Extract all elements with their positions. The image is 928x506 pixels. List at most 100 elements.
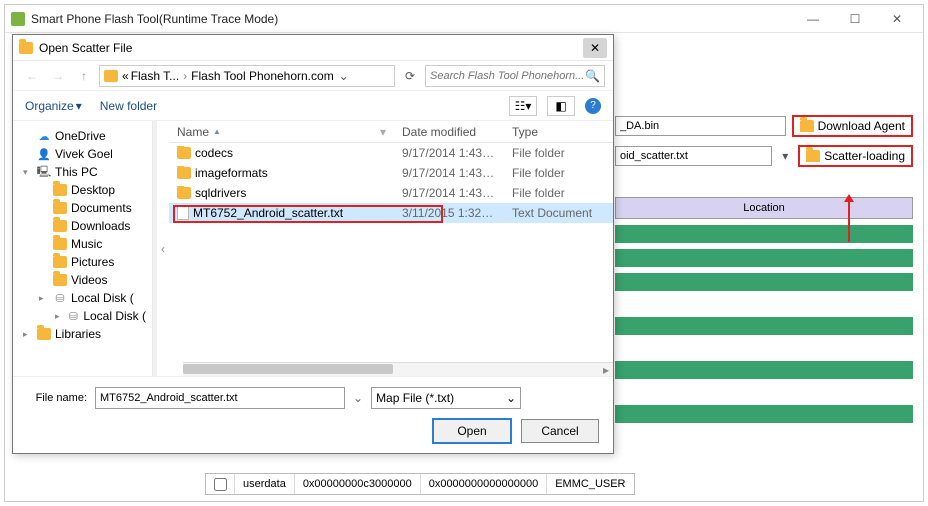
file-row[interactable]: codecs9/17/2014 1:43 PMFile folder bbox=[169, 143, 613, 163]
nav-forward-button[interactable]: → bbox=[47, 65, 69, 87]
tree-toggle[interactable]: ‹ bbox=[157, 121, 169, 376]
tree-item-local-disk-[interactable]: ▸⛁Local Disk ( bbox=[17, 307, 148, 325]
file-name: sqldrivers bbox=[195, 186, 246, 200]
tree-item-label: Local Disk ( bbox=[83, 309, 146, 323]
column-date[interactable]: Date modified bbox=[394, 125, 504, 139]
file-name-input[interactable] bbox=[95, 387, 345, 409]
tree-item-desktop[interactable]: Desktop bbox=[17, 181, 148, 199]
search-input[interactable] bbox=[430, 70, 585, 82]
dialog-nav-bar: ← → ↑ « Flash T... › Flash Tool Phonehor… bbox=[13, 61, 613, 91]
sort-asc-icon: ▲ bbox=[213, 127, 221, 136]
userdata-region: EMMC_USER bbox=[546, 474, 633, 494]
horizontal-scrollbar[interactable]: ▸ bbox=[183, 362, 613, 376]
tree-item-onedrive[interactable]: ☁OneDrive bbox=[17, 127, 148, 145]
app-icon bbox=[11, 12, 25, 26]
file-type-filter[interactable]: Map File (*.txt)⌄ bbox=[371, 387, 521, 409]
organize-menu[interactable]: Organize▾ bbox=[25, 99, 82, 113]
file-row[interactable]: sqldrivers9/17/2014 1:43 PMFile folder bbox=[169, 183, 613, 203]
open-button[interactable]: Open bbox=[433, 419, 511, 443]
folder-icon bbox=[177, 187, 191, 199]
breadcrumb[interactable]: « Flash T... › Flash Tool Phonehorn.com … bbox=[99, 65, 395, 87]
expand-icon: ▸ bbox=[55, 311, 63, 322]
breadcrumb-part[interactable]: Flash T... bbox=[131, 69, 179, 83]
scatter-file-field[interactable] bbox=[615, 146, 772, 166]
tree-item-this-pc[interactable]: ▾🖳This PC bbox=[17, 163, 148, 181]
chevron-down-icon[interactable]: ▾ bbox=[380, 125, 386, 139]
folder-icon bbox=[806, 150, 820, 162]
file-row[interactable]: imageformats 9/17/2014 1:43 PMFile folder bbox=[169, 163, 613, 183]
tree-item-documents[interactable]: Documents bbox=[17, 199, 148, 217]
file-list[interactable]: codecs9/17/2014 1:43 PMFile folderimagef… bbox=[169, 143, 613, 362]
dialog-close-button[interactable]: ✕ bbox=[583, 38, 607, 58]
column-type[interactable]: Type bbox=[504, 125, 613, 139]
partition-rows bbox=[615, 225, 913, 423]
userdata-addr1: 0x00000000c3000000 bbox=[294, 474, 420, 494]
chevron-down-icon[interactable]: ⌄ bbox=[353, 391, 363, 405]
tree-item-vivek-goel[interactable]: 👤Vivek Goel bbox=[17, 145, 148, 163]
breadcrumb-dropdown[interactable]: ⌄ bbox=[336, 69, 352, 83]
folder-icon bbox=[53, 184, 67, 196]
userdata-checkbox[interactable] bbox=[214, 478, 227, 491]
folder-icon bbox=[177, 147, 191, 159]
new-folder-button[interactable]: New folder bbox=[100, 99, 157, 113]
chevron-down-icon: ▾ bbox=[76, 99, 82, 113]
expand-icon: ▸ bbox=[39, 293, 49, 304]
scatter-loading-button[interactable]: Scatter-loading bbox=[798, 145, 913, 167]
search-icon: 🔍 bbox=[585, 69, 600, 83]
tree-item-music[interactable]: Music bbox=[17, 235, 148, 253]
tree-item-label: Music bbox=[71, 237, 102, 251]
folder-icon bbox=[19, 42, 33, 54]
userdata-name: userdata bbox=[234, 474, 294, 494]
folder-icon bbox=[104, 70, 118, 82]
view-mode-button[interactable]: ☷▾ bbox=[509, 96, 537, 116]
folder-icon bbox=[177, 167, 191, 179]
flash-tool-panel: Download Agent ▾ Scatter-loading Locatio… bbox=[615, 115, 913, 429]
help-button[interactable]: ? bbox=[585, 98, 601, 114]
partition-userdata-row[interactable]: userdata 0x00000000c3000000 0x0000000000… bbox=[205, 473, 635, 495]
preview-pane-button[interactable]: ◧ bbox=[547, 96, 575, 116]
breadcrumb-prefix: « bbox=[122, 69, 129, 83]
file-type: File folder bbox=[504, 146, 613, 160]
folder-icon bbox=[53, 256, 67, 268]
tree-item-local-disk-[interactable]: ▸⛁Local Disk ( bbox=[17, 289, 148, 307]
file-name: imageformats bbox=[195, 166, 268, 180]
search-box[interactable]: 🔍 bbox=[425, 65, 605, 87]
file-date: 3/11/2015 1:32 PM bbox=[394, 206, 504, 220]
nav-back-button[interactable]: ← bbox=[21, 65, 43, 87]
dropdown-icon[interactable]: ▾ bbox=[778, 149, 792, 163]
folder-icon bbox=[53, 238, 67, 250]
cloud-icon: ☁ bbox=[37, 129, 51, 143]
cancel-button[interactable]: Cancel bbox=[521, 419, 599, 443]
tree-item-label: Videos bbox=[71, 273, 107, 287]
tree-item-label: Documents bbox=[71, 201, 132, 215]
tree-item-pictures[interactable]: Pictures bbox=[17, 253, 148, 271]
file-name-label: File name: bbox=[27, 392, 87, 404]
dialog-toolbar: Organize▾ New folder ☷▾ ◧ ? bbox=[13, 91, 613, 121]
main-window-title: Smart Phone Flash Tool(Runtime Trace Mod… bbox=[31, 12, 793, 26]
column-name[interactable]: Name▲▾ bbox=[169, 125, 394, 139]
expand-icon: ▸ bbox=[23, 329, 33, 340]
open-scatter-dialog: Open Scatter File ✕ ← → ↑ « Flash T... ›… bbox=[12, 34, 614, 454]
tree-item-libraries[interactable]: ▸Libraries bbox=[17, 325, 148, 343]
download-agent-button[interactable]: Download Agent bbox=[792, 115, 913, 137]
nav-tree[interactable]: ☁OneDrive👤Vivek Goel▾🖳This PCDesktop Docu… bbox=[13, 121, 153, 376]
close-button[interactable]: ✕ bbox=[877, 7, 917, 31]
scroll-right-button[interactable]: ▸ bbox=[599, 363, 613, 377]
scrollbar-thumb[interactable] bbox=[183, 364, 393, 374]
location-column-header: Location bbox=[615, 197, 913, 219]
file-row[interactable]: MT6752_Android_scatter.txt3/11/2015 1:32… bbox=[169, 203, 613, 223]
download-agent-field[interactable] bbox=[615, 116, 786, 136]
minimize-button[interactable]: — bbox=[793, 7, 833, 31]
file-date: 9/17/2014 1:43 PM bbox=[394, 146, 504, 160]
chevron-down-icon: ⌄ bbox=[506, 391, 516, 405]
file-type: File folder bbox=[504, 166, 613, 180]
refresh-button[interactable]: ⟳ bbox=[399, 65, 421, 87]
maximize-button[interactable]: ☐ bbox=[835, 7, 875, 31]
tree-item-videos[interactable]: Videos bbox=[17, 271, 148, 289]
file-date: 9/17/2014 1:43 PM bbox=[394, 166, 504, 180]
breadcrumb-part[interactable]: Flash Tool Phonehorn.com bbox=[191, 69, 334, 83]
main-titlebar: Smart Phone Flash Tool(Runtime Trace Mod… bbox=[5, 5, 923, 33]
tree-item-downloads[interactable]: Downloads bbox=[17, 217, 148, 235]
nav-up-button[interactable]: ↑ bbox=[73, 65, 95, 87]
chevron-right-icon: › bbox=[181, 69, 189, 83]
